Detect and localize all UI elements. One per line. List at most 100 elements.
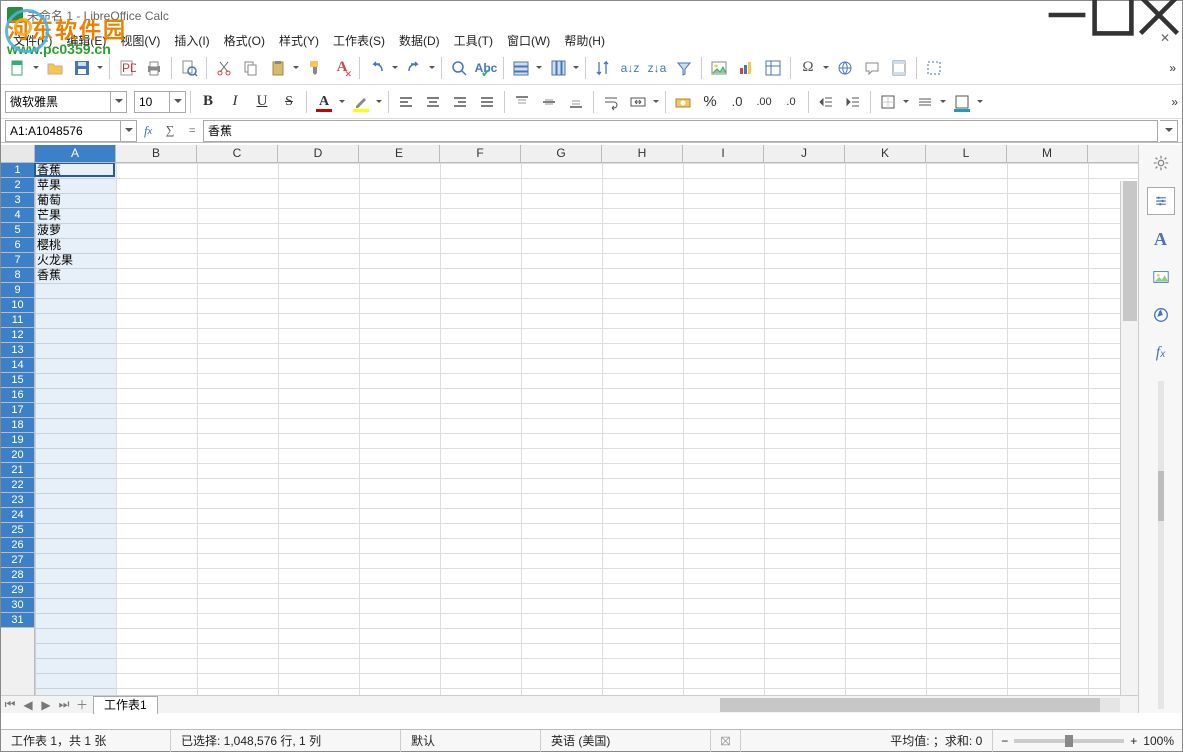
name-box-input[interactable] [6, 121, 120, 141]
vscroll-thumb[interactable] [1123, 181, 1137, 321]
row-header-27[interactable]: 27 [1, 553, 34, 568]
column-header-E[interactable]: E [359, 145, 440, 162]
menu-tools[interactable]: 工具(T) [448, 30, 499, 51]
border-style-button[interactable] [912, 89, 938, 115]
row-ops-button[interactable] [508, 55, 534, 81]
vertical-scrollbar[interactable] [1120, 181, 1138, 695]
cell-A5[interactable]: 菠萝 [35, 223, 116, 238]
headers-footers-button[interactable] [886, 55, 912, 81]
row-header-9[interactable]: 9 [1, 283, 34, 298]
name-box[interactable] [5, 120, 137, 142]
insert-comment-button[interactable] [859, 55, 885, 81]
insert-pivot-button[interactable] [760, 55, 786, 81]
bold-button[interactable]: B [195, 89, 221, 115]
horizontal-scrollbar[interactable] [720, 698, 1120, 712]
paste-button[interactable] [265, 55, 291, 81]
insert-hyperlink-button[interactable] [832, 55, 858, 81]
wrap-text-button[interactable] [598, 89, 624, 115]
cells-area[interactable]: 香蕉苹果葡萄芒果菠萝樱桃火龙果香蕉 [35, 163, 1138, 713]
column-header-L[interactable]: L [926, 145, 1007, 162]
highlight-button[interactable] [348, 89, 374, 115]
align-left-button[interactable] [393, 89, 419, 115]
font-size-dropdown[interactable] [169, 92, 185, 112]
column-header-K[interactable]: K [845, 145, 926, 162]
print-preview-button[interactable] [176, 55, 202, 81]
sort-button[interactable] [590, 55, 616, 81]
status-signature[interactable] [711, 730, 741, 752]
clear-format-button[interactable]: A✕ [329, 55, 355, 81]
highlight-dropdown[interactable] [374, 97, 384, 106]
column-header-M[interactable]: M [1007, 145, 1088, 162]
open-button[interactable] [42, 55, 68, 81]
row-header-23[interactable]: 23 [1, 493, 34, 508]
column-header-F[interactable]: F [440, 145, 521, 162]
menu-window[interactable]: 窗口(W) [501, 30, 556, 51]
navigator-icon[interactable] [1147, 301, 1175, 329]
close-button[interactable] [1136, 1, 1182, 29]
tab-next-button[interactable]: ▶ [37, 696, 55, 714]
strike-button[interactable]: S [276, 89, 302, 115]
cut-button[interactable] [211, 55, 237, 81]
row-header-21[interactable]: 21 [1, 463, 34, 478]
functions-icon[interactable]: fx [1147, 339, 1175, 367]
insert-special-button[interactable]: Ω [795, 55, 821, 81]
zoom-out-button[interactable]: − [1001, 734, 1008, 748]
menu-edit[interactable]: 编辑(E) [60, 30, 112, 51]
menu-format[interactable]: 格式(O) [218, 30, 271, 51]
font-name-dropdown[interactable] [110, 92, 126, 112]
column-header-H[interactable]: H [602, 145, 683, 162]
border-color-button[interactable] [949, 89, 975, 115]
function-wizard-button[interactable]: fx [137, 120, 159, 142]
font-color-dropdown[interactable] [337, 97, 347, 106]
redo-button[interactable] [401, 55, 427, 81]
hscroll-thumb[interactable] [720, 698, 1100, 712]
sidebar-scroll-track[interactable] [1158, 381, 1164, 709]
menu-data[interactable]: 数据(D) [393, 30, 446, 51]
border-style-dropdown[interactable] [938, 97, 948, 106]
column-header-G[interactable]: G [521, 145, 602, 162]
row-header-25[interactable]: 25 [1, 523, 34, 538]
sort-asc-button[interactable]: a↓z [617, 55, 643, 81]
formula-expand-button[interactable] [1160, 120, 1178, 142]
border-color-dropdown[interactable] [975, 97, 985, 106]
row-header-26[interactable]: 26 [1, 538, 34, 553]
align-center-button[interactable] [420, 89, 446, 115]
column-header-J[interactable]: J [764, 145, 845, 162]
clone-format-button[interactable] [302, 55, 328, 81]
undo-button[interactable] [364, 55, 390, 81]
col-dropdown[interactable] [571, 63, 581, 72]
menu-insert[interactable]: 插入(I) [168, 30, 215, 51]
maximize-button[interactable] [1090, 1, 1136, 29]
row-header-13[interactable]: 13 [1, 343, 34, 358]
column-header-C[interactable]: C [197, 145, 278, 162]
new-button[interactable] [5, 55, 31, 81]
zoom-slider-thumb[interactable] [1065, 735, 1073, 747]
row-header-19[interactable]: 19 [1, 433, 34, 448]
row-header-24[interactable]: 24 [1, 508, 34, 523]
cell-A4[interactable]: 芒果 [35, 208, 116, 223]
menu-view[interactable]: 视图(V) [114, 30, 166, 51]
merge-dropdown[interactable] [651, 97, 661, 106]
fmtbar-overflow-icon[interactable]: » [1171, 95, 1178, 109]
zoom-slider[interactable] [1014, 739, 1124, 743]
number-button[interactable]: .0 [724, 89, 750, 115]
italic-button[interactable]: I [222, 89, 248, 115]
row-header-6[interactable]: 6 [1, 238, 34, 253]
formula-input[interactable] [208, 124, 1153, 138]
sidebar-scroll-thumb[interactable] [1158, 471, 1164, 521]
underline-button[interactable]: U [249, 89, 275, 115]
row-header-31[interactable]: 31 [1, 613, 34, 628]
inc-indent-button[interactable] [813, 89, 839, 115]
border-dropdown[interactable] [901, 97, 911, 106]
select-all-corner[interactable] [1, 145, 35, 162]
new-dropdown[interactable] [31, 63, 41, 72]
row-header-18[interactable]: 18 [1, 418, 34, 433]
properties-icon[interactable] [1147, 187, 1175, 215]
menu-help[interactable]: 帮助(H) [558, 30, 611, 51]
dec-indent-button[interactable] [840, 89, 866, 115]
formula-input-wrap[interactable] [203, 120, 1158, 142]
spellcheck-button[interactable]: Abc✔ [473, 55, 499, 81]
column-header-B[interactable]: B [116, 145, 197, 162]
row-header-11[interactable]: 11 [1, 313, 34, 328]
save-dropdown[interactable] [95, 63, 105, 72]
